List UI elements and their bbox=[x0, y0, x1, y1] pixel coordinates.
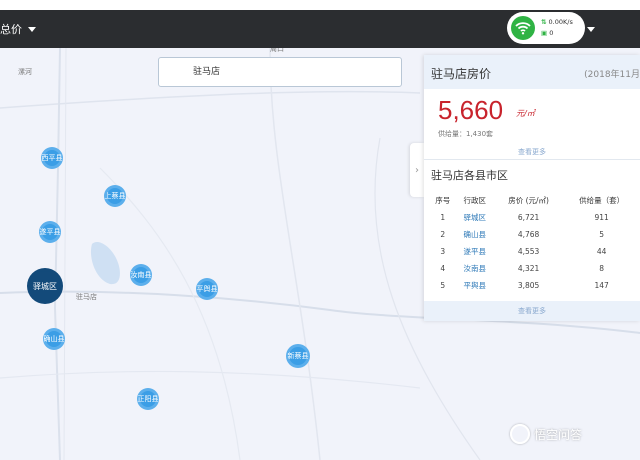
row-price: 3,805 bbox=[517, 281, 540, 290]
chevron-right-icon: › bbox=[415, 164, 419, 176]
panel-divider bbox=[424, 159, 640, 160]
row-supply: 911 bbox=[594, 213, 609, 222]
price-unit: 元/㎡ bbox=[516, 109, 535, 118]
row-supply: 8 bbox=[599, 264, 605, 273]
district-link[interactable]: 遂平县 bbox=[456, 243, 494, 260]
header-district: 行政区 bbox=[463, 195, 486, 205]
speed-arrows-icon: ⇅ bbox=[541, 18, 547, 26]
district-bubble[interactable]: 西平县 bbox=[41, 147, 63, 169]
header-supply: 供给量（套） bbox=[579, 195, 625, 205]
price-type-label: 总价 bbox=[0, 23, 22, 36]
district-bubble[interactable]: 确山县 bbox=[43, 328, 65, 350]
lock-icon: ▣ bbox=[541, 29, 548, 37]
row-price: 4,768 bbox=[517, 230, 540, 239]
district-link[interactable]: 汝南县 bbox=[456, 260, 494, 277]
wukong-logo-icon bbox=[510, 424, 530, 444]
wifi-icon bbox=[511, 16, 535, 40]
widget-chevron-down-icon[interactable] bbox=[587, 27, 595, 32]
district-bubble[interactable]: 平舆县 bbox=[196, 278, 218, 300]
panel-collapse-button[interactable]: › bbox=[410, 143, 424, 197]
price-info-panel: 驻马店房价 (2018年11月 5,660 元/㎡ 供给量：1,430套 查看更… bbox=[424, 55, 640, 321]
chevron-down-icon bbox=[28, 26, 36, 32]
average-price: 5,660 bbox=[438, 95, 504, 125]
district-bubble[interactable]: 汝南县 bbox=[130, 264, 152, 286]
panel-title: 驻马店房价 bbox=[431, 67, 492, 81]
district-bubble[interactable]: 遂平县 bbox=[39, 221, 61, 243]
table-row: 3 遂平县 4,553 44 bbox=[430, 243, 640, 260]
panel-footer: 查看更多 bbox=[424, 301, 640, 321]
district-link[interactable]: 确山县 bbox=[456, 226, 494, 243]
district-bubble[interactable]: 上蔡县 bbox=[104, 185, 126, 207]
row-supply: 5 bbox=[599, 230, 605, 239]
district-link[interactable]: 平舆县 bbox=[456, 277, 494, 294]
watermark-text: 悟空问答 bbox=[534, 427, 583, 442]
districts-table: 序号 行政区 房价 (元/㎡) 供给量（套） 1 驿城区 6,721 911 2… bbox=[430, 191, 640, 294]
row-index: 1 bbox=[440, 213, 446, 222]
network-stats: ⇅ 0.00K/s ▣ 0 bbox=[541, 17, 573, 39]
row-index: 2 bbox=[440, 230, 446, 239]
supply-count: 供给量：1,430套 bbox=[438, 130, 494, 138]
network-speed: 0.00K/s bbox=[548, 18, 573, 26]
districts-title: 驻马店各县市区 bbox=[431, 169, 508, 182]
row-price: 4,321 bbox=[517, 264, 540, 273]
panel-header: 驻马店房价 (2018年11月 bbox=[424, 55, 640, 89]
network-monitor-widget[interactable]: ⇅ 0.00K/s ▣ 0 bbox=[507, 12, 585, 44]
row-price: 6,721 bbox=[517, 213, 540, 222]
search-input[interactable]: 驻马店 bbox=[158, 57, 402, 87]
watermark: 悟空问答 bbox=[510, 424, 582, 444]
map-label-top-road: 周口 bbox=[270, 48, 284, 53]
price-type-dropdown[interactable]: 总价 bbox=[0, 21, 36, 37]
district-bubble-selected[interactable]: 驿城区 bbox=[27, 268, 63, 304]
table-row: 1 驿城区 6,721 911 bbox=[430, 209, 640, 226]
network-count: 0 bbox=[549, 29, 554, 37]
district-bubble[interactable]: 新蔡县 bbox=[286, 344, 310, 368]
view-more-districts-link[interactable]: 查看更多 bbox=[424, 301, 640, 321]
table-header-row: 序号 行政区 房价 (元/㎡) 供给量（套） bbox=[430, 191, 640, 209]
map-label-city: 驻马店 bbox=[76, 293, 97, 301]
district-bubble[interactable]: 正阳县 bbox=[137, 388, 159, 410]
row-index: 4 bbox=[440, 264, 446, 273]
price-summary: 5,660 元/㎡ 供给量：1,430套 bbox=[424, 89, 640, 153]
map-label-left-place: 漯河 bbox=[18, 68, 32, 76]
header-price: 房价 (元/㎡) bbox=[508, 195, 549, 205]
top-bar: 总价 ⇅ 0.00K/s ▣ 0 bbox=[0, 0, 640, 48]
table-row: 2 确山县 4,768 5 bbox=[430, 226, 640, 243]
row-price: 4,553 bbox=[517, 247, 540, 256]
panel-date: (2018年11月 bbox=[584, 70, 640, 80]
row-supply: 147 bbox=[594, 281, 609, 290]
table-row: 4 汝南县 4,321 8 bbox=[430, 260, 640, 277]
row-supply: 44 bbox=[596, 247, 607, 256]
table-row: 5 平舆县 3,805 147 bbox=[430, 277, 640, 294]
row-index: 5 bbox=[440, 281, 446, 290]
district-link[interactable]: 驿城区 bbox=[456, 209, 494, 226]
row-index: 3 bbox=[440, 247, 446, 256]
view-more-link[interactable]: 查看更多 bbox=[424, 147, 640, 157]
header-index: 序号 bbox=[435, 195, 451, 205]
